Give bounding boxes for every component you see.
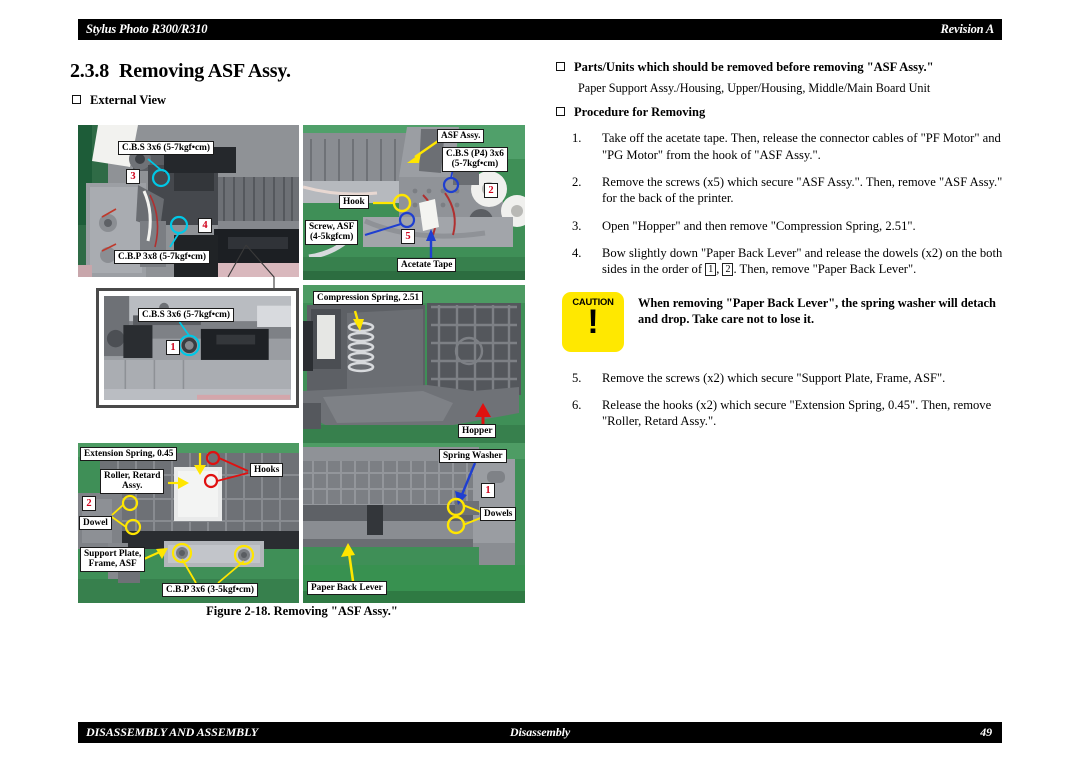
exclamation-icon: ! (587, 302, 599, 341)
header-revision: Revision A (940, 22, 995, 36)
marker-1-detail: 1 (166, 340, 180, 355)
label-spring-washer: Spring Washer (439, 449, 507, 464)
bullet-square-icon (72, 95, 81, 104)
marker-2-bottom-left: 2 (82, 496, 96, 511)
label-paper-back-lever: Paper Back Lever (307, 581, 387, 596)
label-screw-cbs-p4: C.B.S (P4) 3x6 (5-7kgf•cm) (442, 147, 508, 172)
photo-panel-top-left: C.B.S 3x6 (5-7kgf•cm) 3 4 C.B.P 3x8 (5-7… (78, 125, 299, 277)
marker-2: 2 (484, 183, 498, 198)
label-hopper: Hopper (458, 424, 497, 439)
figure-caption: Figure 2-18. Removing "ASF Assy." (206, 604, 398, 618)
step-text: Open "Hopper" and then remove "Compressi… (602, 218, 916, 233)
prerequisites-text: Paper Support Assy./Housing, Upper/Housi… (578, 81, 931, 95)
step-text: Remove the screws (x5) which secure "ASF… (602, 174, 1003, 206)
label-detail-screw-cbs: C.B.S 3x6 (5-7kgf•cm) (138, 308, 234, 323)
bullet-square-icon (556, 62, 565, 71)
photo-panel-middle-right: Compression Spring, 2.51 Hopper (303, 285, 525, 443)
label-dowels: Dowels (480, 507, 517, 522)
page-footer: DISASSEMBLY AND ASSEMBLY Disassembly 49 (78, 722, 1002, 743)
manual-page: Stylus Photo R300/R310 Revision A 2.3.8 R… (0, 0, 1080, 763)
photo-panel-detail-inset: C.B.S 3x6 (5-7kgf•cm) 1 (96, 288, 299, 408)
step-text: Take off the acetate tape. Then, release… (602, 131, 1001, 162)
step-number: 6. (572, 398, 582, 413)
photo-panel-bottom-left: Extension Spring, 0.45 Hooks Roller, Ret… (78, 443, 299, 603)
step-text: Remove the screws (x2) which secure "Sup… (602, 370, 946, 385)
header-model: Stylus Photo R300/R310 (86, 22, 208, 36)
label-extension-spring: Extension Spring, 0.45 (80, 447, 178, 462)
label-acetate-tape: Acetate Tape (397, 258, 457, 273)
prerequisites-heading: Parts/Units which should be removed befo… (556, 60, 1004, 75)
external-view-label: External View (90, 93, 167, 107)
marker-4: 4 (198, 218, 212, 233)
procedure-label: Procedure for Removing (574, 105, 706, 120)
caution-text: When removing "Paper Back Lever", the sp… (638, 295, 996, 327)
label-screw-asf: Screw, ASF (4-5kgfcm) (305, 220, 359, 245)
label-asf-assy: ASF Assy. (437, 129, 485, 144)
page-header: Stylus Photo R300/R310 Revision A (78, 19, 1002, 40)
label-hooks: Hooks (250, 463, 284, 478)
footer-chapter: DISASSEMBLY AND ASSEMBLY (86, 725, 259, 739)
procedure-step: 3. Open "Hopper" and then remove "Compre… (556, 218, 1004, 234)
figure-2-18: C.B.S 3x6 (5-7kgf•cm) 3 4 C.B.P 3x8 (5-7… (78, 125, 526, 603)
label-screw-cbs-3x6: C.B.S 3x6 (5-7kgf•cm) (118, 141, 214, 156)
prerequisites-label: Parts/Units which should be removed befo… (574, 60, 934, 74)
procedure-step: 1. Take off the acetate tape. Then, rele… (556, 130, 1004, 163)
procedure-heading: Procedure for Removing (556, 105, 1004, 120)
procedure-steps-1: 1. Take off the acetate tape. Then, rele… (556, 130, 1004, 278)
photo-middle-right-art (303, 285, 525, 443)
label-compression-spring: Compression Spring, 2.51 (313, 291, 424, 306)
bullet-square-icon (556, 107, 565, 117)
photo-panel-top-right: ASF Assy. C.B.S (P4) 3x6 (5-7kgf•cm) 2 H… (303, 125, 525, 280)
caution-block: CAUTION ! When removing "Paper Back Leve… (562, 291, 1004, 354)
step-number: 3. (572, 218, 582, 233)
procedure-column: Parts/Units which should be removed befo… (556, 60, 1004, 441)
procedure-steps-2: 5. Remove the screws (x2) which secure "… (556, 370, 1004, 430)
external-view-heading: External View (72, 93, 166, 108)
procedure-step-4: 4. Bow slightly down "Paper Back Lever" a… (556, 245, 1004, 278)
label-roller-retard-assy: Roller, Retard Assy. (100, 469, 165, 494)
step4-part2: . Then, remove "Paper Back Lever". (733, 262, 917, 277)
step-number: 1. (572, 131, 582, 146)
label-dowel: Dowel (79, 516, 112, 531)
photo-bottom-right-art (303, 443, 525, 603)
footer-section: Disassembly (509, 725, 571, 739)
photo-panel-bottom-right: Spring Washer 1 Dowels Paper Back Lever (303, 443, 525, 603)
procedure-step: 2. Remove the screws (x5) which secure "… (556, 174, 1004, 207)
label-screw-cbp-3x6: C.B.P 3x6 (3-5kgf•cm) (162, 583, 258, 598)
marker-3: 3 (126, 169, 140, 184)
inline-order-box-2: 2 (722, 263, 734, 277)
marker-1-bottom-right: 1 (481, 483, 495, 498)
step-text: Release the hooks (x2) which secure "Ext… (602, 398, 992, 429)
section-number: 2.3.8 (70, 60, 110, 82)
step-number: 5. (572, 370, 582, 385)
page-title: 2.3.8 Removing ASF Assy. (70, 60, 291, 83)
marker-5: 5 (401, 229, 415, 244)
caution-badge: CAUTION ! (562, 291, 624, 352)
footer-page-number: 49 (980, 725, 992, 739)
step-number: 2. (572, 174, 582, 189)
label-screw-cbp-3x8: C.B.P 3x8 (5-7kgf•cm) (114, 250, 210, 265)
label-support-plate-frame-asf: Support Plate, Frame, ASF (80, 547, 146, 572)
procedure-step: 6. Release the hooks (x2) which secure "… (556, 397, 1004, 430)
step-number: 4. (572, 246, 582, 261)
section-title-text: Removing ASF Assy. (119, 60, 291, 82)
label-hook: Hook (339, 195, 369, 210)
procedure-step: 5. Remove the screws (x2) which secure "… (556, 370, 1004, 386)
inline-order-box-1: 1 (705, 263, 717, 277)
